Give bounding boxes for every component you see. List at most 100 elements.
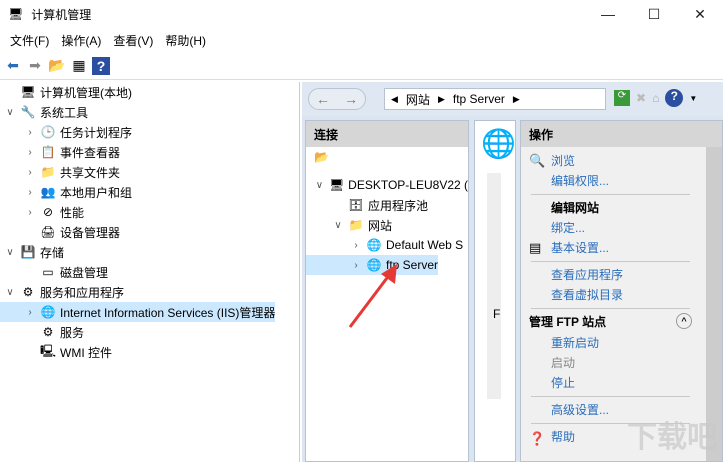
node-icon: 🔧 bbox=[20, 105, 36, 119]
expand-chevron-icon[interactable]: › bbox=[350, 240, 362, 251]
node-label: 任务计划程序 bbox=[60, 125, 133, 140]
forward-icon[interactable]: → bbox=[344, 91, 358, 107]
node-label: 网站 bbox=[368, 218, 393, 233]
maximize-button[interactable]: ☐ bbox=[631, 0, 677, 28]
node-icon: 💾 bbox=[20, 245, 36, 259]
connections-toolbar: 📂 bbox=[306, 147, 468, 171]
expand-chevron-icon[interactable]: ∨ bbox=[332, 220, 344, 231]
toolbar: ⬅ ➡ 📂 ▦ ? bbox=[0, 52, 723, 80]
tree-node[interactable]: 🖨 设备管理器 bbox=[0, 222, 299, 242]
node-label: 事件查看器 bbox=[60, 145, 121, 160]
node-icon: 🖥 bbox=[328, 178, 345, 192]
tree-node[interactable]: ∨ 🖥 DESKTOP-LEU8V22 ( bbox=[306, 175, 468, 195]
expand-chevron-icon[interactable]: › bbox=[24, 147, 36, 158]
node-label: 存储 bbox=[40, 245, 65, 260]
tree-node[interactable]: ∨ 💾 存储 bbox=[0, 242, 299, 262]
minimize-button[interactable]: — bbox=[585, 0, 631, 28]
edit-permissions-link[interactable]: 编辑权限... bbox=[521, 171, 706, 191]
tree-node[interactable]: ∨ ⚙ 服务和应用程序 bbox=[0, 282, 299, 302]
back-icon[interactable]: ⬅ bbox=[4, 57, 22, 75]
scrollbar[interactable] bbox=[487, 173, 501, 399]
expand-chevron-icon[interactable]: › bbox=[24, 127, 36, 138]
view-virtual-directories-link[interactable]: 查看虚拟目录 bbox=[521, 285, 706, 305]
browse-link[interactable]: 浏览 bbox=[521, 151, 706, 171]
expand-chevron-icon[interactable]: › bbox=[24, 207, 36, 218]
home-icon[interactable]: ⌂ bbox=[652, 91, 659, 105]
manage-ftp-site-section[interactable]: 管理 FTP 站点 ^ bbox=[521, 309, 706, 333]
tree-node[interactable]: › ⊘ 性能 bbox=[0, 202, 299, 222]
globe-icon: 🌐 bbox=[481, 128, 516, 159]
menu-view[interactable]: 查看(V) bbox=[107, 32, 159, 49]
view-applications-link[interactable]: 查看应用程序 bbox=[521, 265, 706, 285]
node-label: 服务和应用程序 bbox=[40, 285, 125, 300]
breadcrumb-sites[interactable]: 网站 bbox=[406, 91, 430, 108]
node-icon: 📁 bbox=[40, 165, 56, 179]
node-icon: 🖳 bbox=[40, 343, 57, 358]
node-label: 计算机管理(本地) bbox=[40, 85, 132, 100]
node-label: 服务 bbox=[60, 325, 85, 340]
connections-title: 连接 bbox=[306, 121, 468, 147]
node-icon: 📋 bbox=[40, 145, 56, 159]
restart-link[interactable]: 重新启动 bbox=[521, 333, 706, 353]
tree-node[interactable]: › 📋 事件查看器 bbox=[0, 142, 299, 162]
bindings-link[interactable]: 绑定... bbox=[521, 218, 706, 238]
node-icon: ▭ bbox=[42, 265, 54, 279]
node-icon: 🌐 bbox=[40, 305, 56, 319]
expand-chevron-icon[interactable]: › bbox=[24, 307, 36, 318]
node-label: 磁盘管理 bbox=[60, 265, 109, 280]
tree-node[interactable]: › 🌐 Default Web S bbox=[306, 235, 468, 255]
chevron-down-icon[interactable]: ▼ bbox=[689, 94, 697, 103]
close-button[interactable]: ✕ bbox=[677, 0, 723, 28]
tree-node[interactable]: ⚙ 服务 bbox=[0, 322, 299, 342]
expand-chevron-icon[interactable]: › bbox=[24, 187, 36, 198]
up-folder-icon[interactable]: 📂 bbox=[48, 57, 66, 75]
tree-node[interactable]: 🖥 计算机管理(本地) bbox=[0, 82, 299, 102]
node-label: 应用程序池 bbox=[368, 198, 429, 213]
menu-file[interactable]: 文件(F) bbox=[4, 32, 55, 49]
tree-node[interactable]: ∨ 📁 网站 bbox=[306, 215, 468, 235]
stop-icon[interactable]: ✖ bbox=[636, 91, 646, 105]
show-tree-icon[interactable]: ▦ bbox=[70, 57, 88, 75]
tree-node[interactable]: ∨ 🔧 系统工具 bbox=[0, 102, 299, 122]
menu-bar: 文件(F) 操作(A) 查看(V) 帮助(H) bbox=[0, 28, 723, 52]
stop-link[interactable]: 停止 bbox=[521, 373, 706, 393]
forward-icon[interactable]: ➡ bbox=[26, 57, 44, 75]
menu-action[interactable]: 操作(A) bbox=[55, 32, 107, 49]
tree-node[interactable]: › 🌐 Internet Information Services (IIS)管理器 bbox=[0, 302, 276, 322]
node-label: 性能 bbox=[60, 205, 85, 220]
menu-help[interactable]: 帮助(H) bbox=[159, 32, 212, 49]
edit-site-heading: 编辑网站 bbox=[551, 201, 600, 215]
manage-ftp-site-heading: 管理 FTP 站点 bbox=[529, 314, 607, 329]
node-icon: 👥 bbox=[40, 185, 56, 199]
help-icon: ❓ bbox=[529, 431, 546, 446]
expand-chevron-icon[interactable]: ∨ bbox=[314, 180, 325, 191]
address-bar[interactable]: ◀ 网站 ▶ ftp Server ▶ bbox=[384, 88, 606, 110]
feature-label: F bbox=[493, 307, 501, 321]
basic-settings-link[interactable]: 基本设置... bbox=[521, 238, 706, 258]
tree-node[interactable]: › 📁 共享文件夹 bbox=[0, 162, 299, 182]
expand-chevron-icon[interactable]: › bbox=[24, 167, 36, 178]
refresh-icon[interactable]: ⟳ bbox=[614, 90, 630, 106]
help-icon[interactable]: ? bbox=[92, 56, 110, 75]
node-icon: 🖨 bbox=[40, 225, 56, 239]
new-connection-icon[interactable]: 📂 bbox=[314, 150, 329, 164]
settings-icon: ▤ bbox=[529, 240, 542, 255]
node-label: 系统工具 bbox=[40, 105, 89, 120]
help-icon[interactable]: ? bbox=[665, 89, 684, 107]
actions-title: 操作 bbox=[521, 121, 722, 147]
start-link: 启动 bbox=[551, 356, 576, 370]
breadcrumb-ftp-server[interactable]: ftp Server bbox=[453, 92, 505, 106]
collapse-icon[interactable]: ^ bbox=[676, 313, 692, 329]
tree-node[interactable]: ▭ 磁盘管理 bbox=[0, 262, 299, 282]
expand-chevron-icon[interactable]: ∨ bbox=[4, 287, 16, 298]
expand-chevron-icon[interactable]: ∨ bbox=[4, 247, 16, 258]
tree-node[interactable]: › 👥 本地用户和组 bbox=[0, 182, 299, 202]
app-icon: 🖥 bbox=[8, 7, 24, 21]
tree-node[interactable]: › 🕒 任务计划程序 bbox=[0, 122, 299, 142]
expand-chevron-icon[interactable]: ∨ bbox=[4, 107, 16, 118]
node-icon: ⚙ bbox=[22, 285, 34, 299]
tree-node[interactable]: 🖳 WMI 控件 bbox=[0, 342, 299, 362]
back-icon[interactable]: ← bbox=[316, 91, 330, 107]
features-panel: 🌐 F bbox=[474, 120, 516, 462]
tree-node[interactable]: 🗄 应用程序池 bbox=[306, 195, 468, 215]
